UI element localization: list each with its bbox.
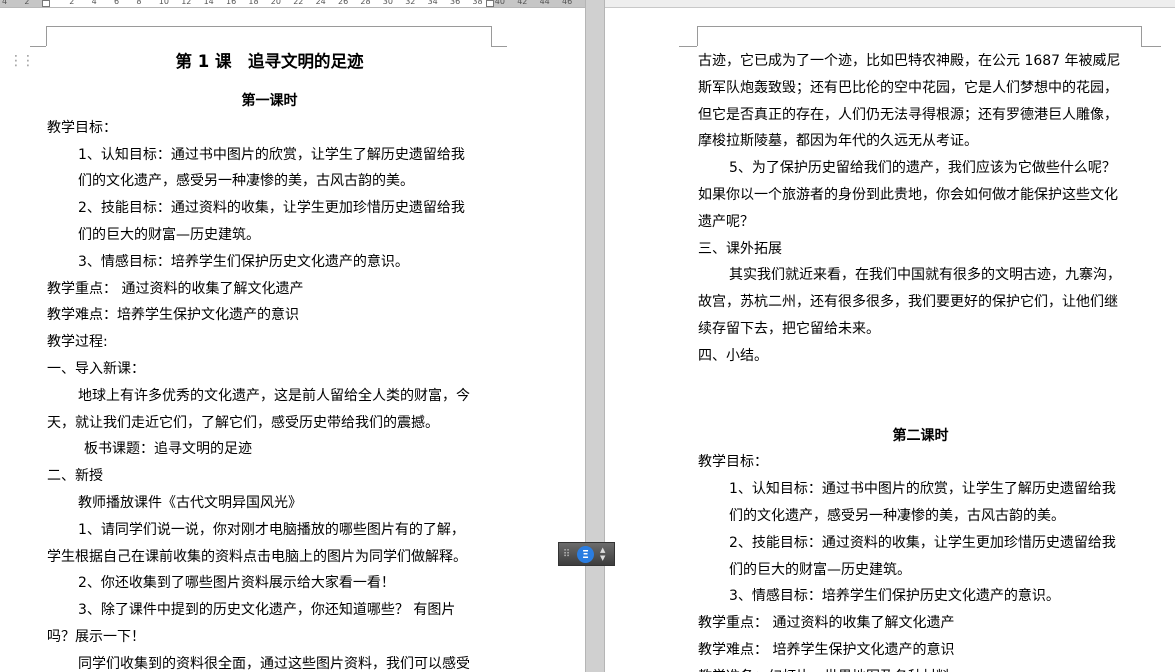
text-line: 教学重点： 通过资料的收集了解文化遗产 bbox=[698, 615, 955, 632]
text-line: 其实我们就近来看，在我们中国就有很多的文明古迹，九寨沟， bbox=[729, 267, 1121, 284]
ruler-number: 34 bbox=[427, 0, 438, 6]
ruler-number: 12 bbox=[181, 0, 192, 6]
ruler-number: 32 bbox=[405, 0, 416, 6]
text-line: 教师播放课件《古代文明异国风光》 bbox=[78, 494, 302, 511]
left-text-body: 教学目标： 1、认知目标：通过书中图片的欣赏，让学生了解历史遗留给我 们的文化遗产，… bbox=[47, 115, 492, 672]
text-line: 古迹，它已成为了一个迹，比如巴特农神殿，在公元 1687 年被威尼 bbox=[698, 53, 1121, 69]
text-line: 1、认知目标：通过书中图片的欣赏，让学生了解历史遗留给我 bbox=[729, 481, 1116, 498]
text-line: 如果你以一个旅游者的身份到此贵地，你会如何做才能保护这些文化 bbox=[698, 186, 1118, 203]
ruler-number: 46 bbox=[562, 0, 573, 6]
text-line: 吗？展示一下！ bbox=[47, 628, 145, 645]
ruler-number: 2 bbox=[24, 0, 30, 6]
ruler-number: 14 bbox=[203, 0, 214, 6]
ruler-number: 18 bbox=[248, 0, 259, 6]
crop-mark bbox=[491, 26, 492, 46]
ruler-number: 28 bbox=[360, 0, 371, 6]
ruler-number: 20 bbox=[270, 0, 281, 6]
text-line: 板书课题：追寻文明的足迹 bbox=[84, 441, 252, 458]
text-line: 四、小结。 bbox=[698, 347, 768, 364]
ruler-number: 8 bbox=[136, 0, 142, 6]
text-line: 同学们收集到的资料很全面，通过这些图片资料，我们可以感受 bbox=[78, 655, 470, 672]
ruler-number: 26 bbox=[338, 0, 349, 6]
document-page-left[interactable]: ⋮⋮ 第 1 课 追寻文明的足迹 第一课时 教学目标： 1、认知目标：通过书中图片… bbox=[0, 8, 585, 672]
text-line: 三、课外拓展 bbox=[698, 240, 782, 257]
crop-mark bbox=[697, 26, 698, 46]
right-text-body-bottom: 教学目标： 1、认知目标：通过书中图片的欣赏，让学生了解历史遗留给我 们的文化遗产，… bbox=[698, 449, 1143, 672]
text-line: 3、情感目标：培养学生们保护历史文化遗产的意识。 bbox=[729, 588, 1060, 605]
ruler-right-pane bbox=[605, 0, 1175, 8]
floating-toolbar[interactable]: ⠿ Ξ ▲ ▼ bbox=[558, 542, 615, 566]
right-indent-marker[interactable] bbox=[486, 0, 494, 7]
text-line: 2、技能目标：通过资料的收集，让学生更加珍惜历史遗留给我 bbox=[729, 534, 1116, 551]
text-line: 故宫，苏杭二州，还有很多很多，我们要更好的保护它们，让他们继 bbox=[698, 294, 1118, 311]
text-line: 学生根据自己在课前收集的资料点击电脑上的图片为同学们做解释。 bbox=[47, 548, 467, 565]
drag-handle-icon[interactable]: ⋮⋮ bbox=[9, 52, 35, 70]
text-line: 们的文化遗产，感受另一种凄惨的美，古风古韵的美。 bbox=[729, 507, 1065, 524]
text-line: 地球上有许多优秀的文化遗产，这是前人留给全人类的财富，今 bbox=[78, 387, 470, 404]
ruler-number: 40 bbox=[494, 0, 505, 6]
text-line: 二、新授 bbox=[47, 468, 103, 485]
text-line: 教学重点： 通过资料的收集了解文化遗产 bbox=[47, 280, 304, 297]
ruler-number: 16 bbox=[226, 0, 237, 6]
text-line: 们的文化遗产，感受另一种凄惨的美，古风古韵的美。 bbox=[78, 173, 414, 190]
text-line: 但它是否真正的存在，人们仍无法寻得根源；还有罗德港巨人雕像， bbox=[698, 106, 1118, 123]
crop-mark bbox=[491, 46, 507, 47]
text-line: 们的巨大的财富—历史建筑。 bbox=[78, 226, 260, 243]
section-title: 第一课时 bbox=[241, 93, 298, 109]
text-line: 教学准备：幻灯片，世界地图及各种材料 bbox=[698, 664, 1143, 672]
ruler-number: 44 bbox=[539, 0, 550, 6]
grip-icon[interactable]: ⠿ bbox=[559, 549, 573, 560]
text-line: 1、请同学们说一说，你对刚才电脑播放的哪些图片有的了解， bbox=[78, 521, 465, 538]
text-line: 遗产呢？ bbox=[698, 213, 754, 230]
ruler-number: 38 bbox=[472, 0, 483, 6]
text-line: 天，就让我们走近它们，了解它们，感受历史带给我们的震撼。 bbox=[47, 414, 439, 431]
text-line: 斯军队炮轰致毁；还有巴比伦的空中花园，它是人们梦想中的花园， bbox=[698, 79, 1118, 96]
text-line: 教学过程: bbox=[47, 334, 108, 351]
text-line: 教学难点： 培养学生保护文化遗产的意识 bbox=[698, 641, 955, 658]
ruler-number: 24 bbox=[315, 0, 326, 6]
text-line: 3、除了课件中提到的历史文化遗产，你还知道哪些？ 有图片 bbox=[78, 602, 456, 619]
text-line: 们的巨大的财富—历史建筑。 bbox=[729, 561, 911, 578]
ruler-number: 22 bbox=[293, 0, 304, 6]
ruler-number: 30 bbox=[382, 0, 393, 6]
text-line: 1、认知目标：通过书中图片的欣赏，让学生了解历史遗留给我 bbox=[78, 146, 465, 163]
horizontal-ruler[interactable]: 4 2 2 4 6 8 10 12 14 16 18 20 22 24 26 28 30 32 34 36 38 40 42… bbox=[0, 0, 585, 8]
window-splitter[interactable] bbox=[585, 0, 605, 672]
text-line: 2、技能目标：通过资料的收集，让学生更加珍惜历史遗留给我 bbox=[78, 200, 465, 217]
text-line: 续存留下去，把它留给未来。 bbox=[698, 320, 880, 337]
ruler-number: 36 bbox=[450, 0, 461, 6]
ruler-number: 4 bbox=[91, 0, 97, 6]
right-page-content: 古迹，它已成为了一个迹，比如巴特农神殿，在公元 1687 年被威尼 斯军队炮轰致毁… bbox=[698, 48, 1143, 672]
crop-mark bbox=[1141, 26, 1142, 46]
text-line: 2、你还收集到了哪些图片资料展示给大家看一看！ bbox=[78, 575, 395, 592]
indent-marker[interactable] bbox=[42, 0, 50, 7]
ruler-number: 6 bbox=[114, 0, 120, 6]
text-line: 摩梭拉斯陵墓，都因为年代的久远无从考证。 bbox=[698, 133, 978, 150]
ai-assistant-icon[interactable]: Ξ bbox=[577, 545, 594, 563]
text-line: 5、为了保护历史留给我们的遗产，我们应该为它做些什么呢？ bbox=[729, 160, 1116, 177]
crop-mark bbox=[30, 46, 46, 47]
ruler-number: 10 bbox=[158, 0, 169, 6]
text-line: 3、情感目标：培养学生们保护历史文化遗产的意识。 bbox=[78, 253, 409, 270]
text-line: 教学目标： bbox=[698, 454, 768, 471]
ruler-number: 4 bbox=[2, 0, 8, 6]
ruler-number: 2 bbox=[69, 0, 75, 6]
crop-mark bbox=[46, 26, 47, 46]
ruler-number: 42 bbox=[517, 0, 528, 6]
section-title-2: 第二课时 bbox=[892, 427, 949, 444]
document-page-right[interactable]: 古迹，它已成为了一个迹，比如巴特农神殿，在公元 1687 年被威尼 斯军队炮轰致毁… bbox=[605, 8, 1175, 672]
right-text-body-top: 古迹，它已成为了一个迹，比如巴特农神殿，在公元 1687 年被威尼 斯军队炮轰致毁… bbox=[698, 48, 1143, 370]
left-page-content: 第 1 课 追寻文明的足迹 第一课时 教学目标： 1、认知目标：通过书中图片的欣赏… bbox=[47, 49, 492, 672]
header-boundary bbox=[46, 26, 491, 27]
header-boundary bbox=[697, 26, 1141, 27]
text-line: 教学难点：培养学生保护文化遗产的意识 bbox=[47, 307, 299, 324]
text-line: 一、导入新课： bbox=[47, 360, 145, 377]
lesson-title: 第 1 课 追寻文明的足迹 bbox=[175, 52, 364, 71]
text-line: 教学目标： bbox=[47, 119, 117, 136]
expand-arrows-icon[interactable]: ▲ ▼ bbox=[600, 546, 608, 562]
crop-mark bbox=[1141, 46, 1161, 47]
crop-mark bbox=[679, 46, 697, 47]
